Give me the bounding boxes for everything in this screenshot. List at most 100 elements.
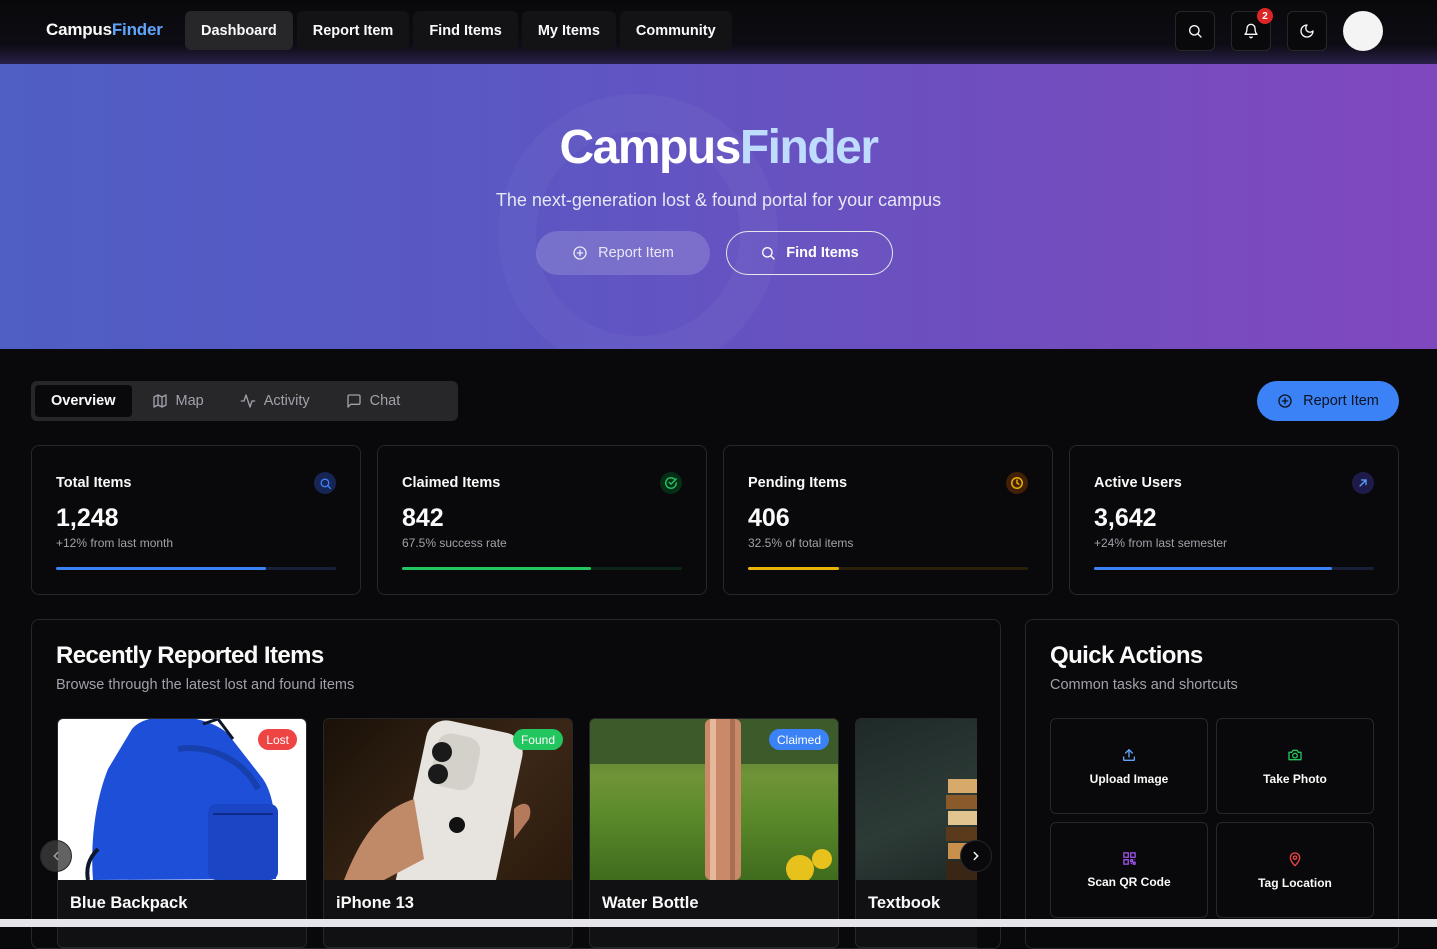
nav-links: Dashboard Report Item Find Items My Item… [185,11,732,50]
item-card-blue-backpack[interactable]: Lost Blue Backpack [57,718,307,948]
take-photo-action[interactable]: Take Photo [1216,718,1374,814]
search-icon [762,247,775,260]
trending-up-icon [1359,479,1367,487]
recent-items-subtitle: Browse through the latest lost and found… [56,677,355,693]
tab-map[interactable]: Map [136,385,220,417]
stat-card-total-items: Total Items 1,248 +12% from last month [31,445,361,595]
report-item-button[interactable]: Report Item [1257,381,1399,421]
stat-title: Pending Items [748,475,848,491]
stat-title: Total Items [56,475,132,491]
nav-community[interactable]: Community [619,11,732,50]
horizontal-scrollbar[interactable] [0,919,1437,927]
stat-card-claimed-items: Claimed Items 842 67.5% success rate [377,445,707,595]
quick-actions-title: Quick Actions [1050,642,1203,669]
stat-progress-fill [1094,567,1332,570]
item-card-iphone-13[interactable]: Found iPhone 13 [323,718,573,948]
tab-overview[interactable]: Overview [35,385,132,417]
stat-note: 67.5% success rate [402,536,507,550]
user-avatar[interactable] [1343,11,1383,51]
stat-note: 32.5% of total items [748,536,854,550]
tab-overview-label: Overview [51,393,116,409]
hero-title-campus: Campus [559,121,741,174]
chat-icon [346,394,361,408]
theme-toggle-button[interactable] [1287,11,1327,51]
stat-icon-wrap [314,472,336,494]
stat-value: 3,642 [1094,504,1157,532]
hero-report-item-button[interactable]: Report Item [536,231,710,275]
quick-actions-panel: Quick Actions Common tasks and shortcuts… [1025,619,1399,949]
search-icon [1189,25,1202,38]
clock-icon [1011,477,1023,489]
chevron-left-icon [53,851,59,861]
notification-count-badge: 2 [1257,8,1273,24]
quick-actions-grid: Upload Image Take Photo Scan QR Code Tag… [1050,718,1374,918]
stat-card-pending-items: Pending Items 406 32.5% of total items [723,445,1053,595]
hero-title-finder: Finder [739,121,879,174]
report-item-button-label: Report Item [1303,393,1379,409]
recent-items-panel: Recently Reported Items Browse through t… [31,619,1001,949]
tab-map-label: Map [175,393,204,409]
stat-value: 406 [748,504,790,532]
stat-title: Claimed Items [402,475,501,491]
stat-progress-fill [402,567,591,570]
stat-icon-wrap [660,472,682,494]
search-button[interactable] [1175,11,1215,51]
stat-value: 1,248 [56,504,119,532]
tab-activity[interactable]: Activity [224,385,326,417]
brand-logo[interactable]: CampusFinder [46,20,163,40]
nav-my-items[interactable]: My Items [521,11,616,50]
top-navbar: CampusFinder Dashboard Report Item Find … [0,0,1437,64]
dashboard-tabs: Overview Map Activity Chat [31,381,458,421]
plus-circle-icon [573,246,587,260]
upload-icon [1123,748,1135,761]
stat-progress-fill [56,567,266,570]
nav-dashboard[interactable]: Dashboard [185,11,293,50]
tab-chat-label: Chat [369,393,401,409]
hero-title: CampusFinder [0,120,1437,175]
camera-icon [1288,749,1302,760]
item-image-textbook [856,719,977,880]
plus-circle-icon [1278,394,1292,408]
bell-icon [1244,23,1258,39]
item-name: Textbook [868,894,941,912]
quick-actions-subtitle: Common tasks and shortcuts [1050,677,1238,693]
tab-activity-label: Activity [263,393,310,409]
stat-value: 842 [402,504,444,532]
check-circle-icon [665,477,677,489]
status-badge-claimed: Claimed [768,729,829,750]
map-pin-icon [1289,851,1301,866]
nav-report-item[interactable]: Report Item [296,11,410,50]
stat-icon-wrap [1006,472,1028,494]
item-name: iPhone 13 [336,894,414,912]
stat-progress-fill [748,567,839,570]
stat-note: +12% from last month [56,536,174,550]
tag-location-action[interactable]: Tag Location [1216,822,1374,918]
nav-actions: 2 [1175,8,1383,51]
stat-card-active-users: Active Users 3,642 +24% from last semest… [1069,445,1399,595]
upload-image-action[interactable]: Upload Image [1050,718,1208,814]
upload-image-label: Upload Image [1089,771,1169,786]
tab-chat[interactable]: Chat [330,385,417,417]
item-name: Blue Backpack [70,894,188,912]
hero-find-items-button[interactable]: Find Items [726,231,893,275]
brand-text-finder: Finder [111,20,163,39]
search-icon [319,477,331,489]
map-icon [152,394,167,408]
item-card-textbook[interactable]: Textbook [855,718,977,948]
nav-find-items[interactable]: Find Items [413,11,518,50]
hero-find-items-label: Find Items [786,245,859,261]
qr-code-icon [1122,852,1136,865]
stat-note: +24% from last semester [1094,536,1228,550]
recent-items-title: Recently Reported Items [56,642,324,669]
item-card-water-bottle[interactable]: Claimed Water Bottle [589,718,839,948]
carousel-next-button[interactable] [960,840,992,872]
carousel-prev-button[interactable] [40,840,72,872]
activity-icon [240,394,256,408]
stat-progress-track [1094,567,1374,570]
scan-qr-code-action[interactable]: Scan QR Code [1050,822,1208,918]
stat-title: Active Users [1094,475,1182,491]
notifications-button[interactable]: 2 [1231,8,1273,51]
hero-banner: CampusFinder The next-generation lost & … [0,64,1437,349]
stat-progress-track [748,567,1028,570]
hero-subtitle: The next-generation lost & found portal … [495,190,942,210]
